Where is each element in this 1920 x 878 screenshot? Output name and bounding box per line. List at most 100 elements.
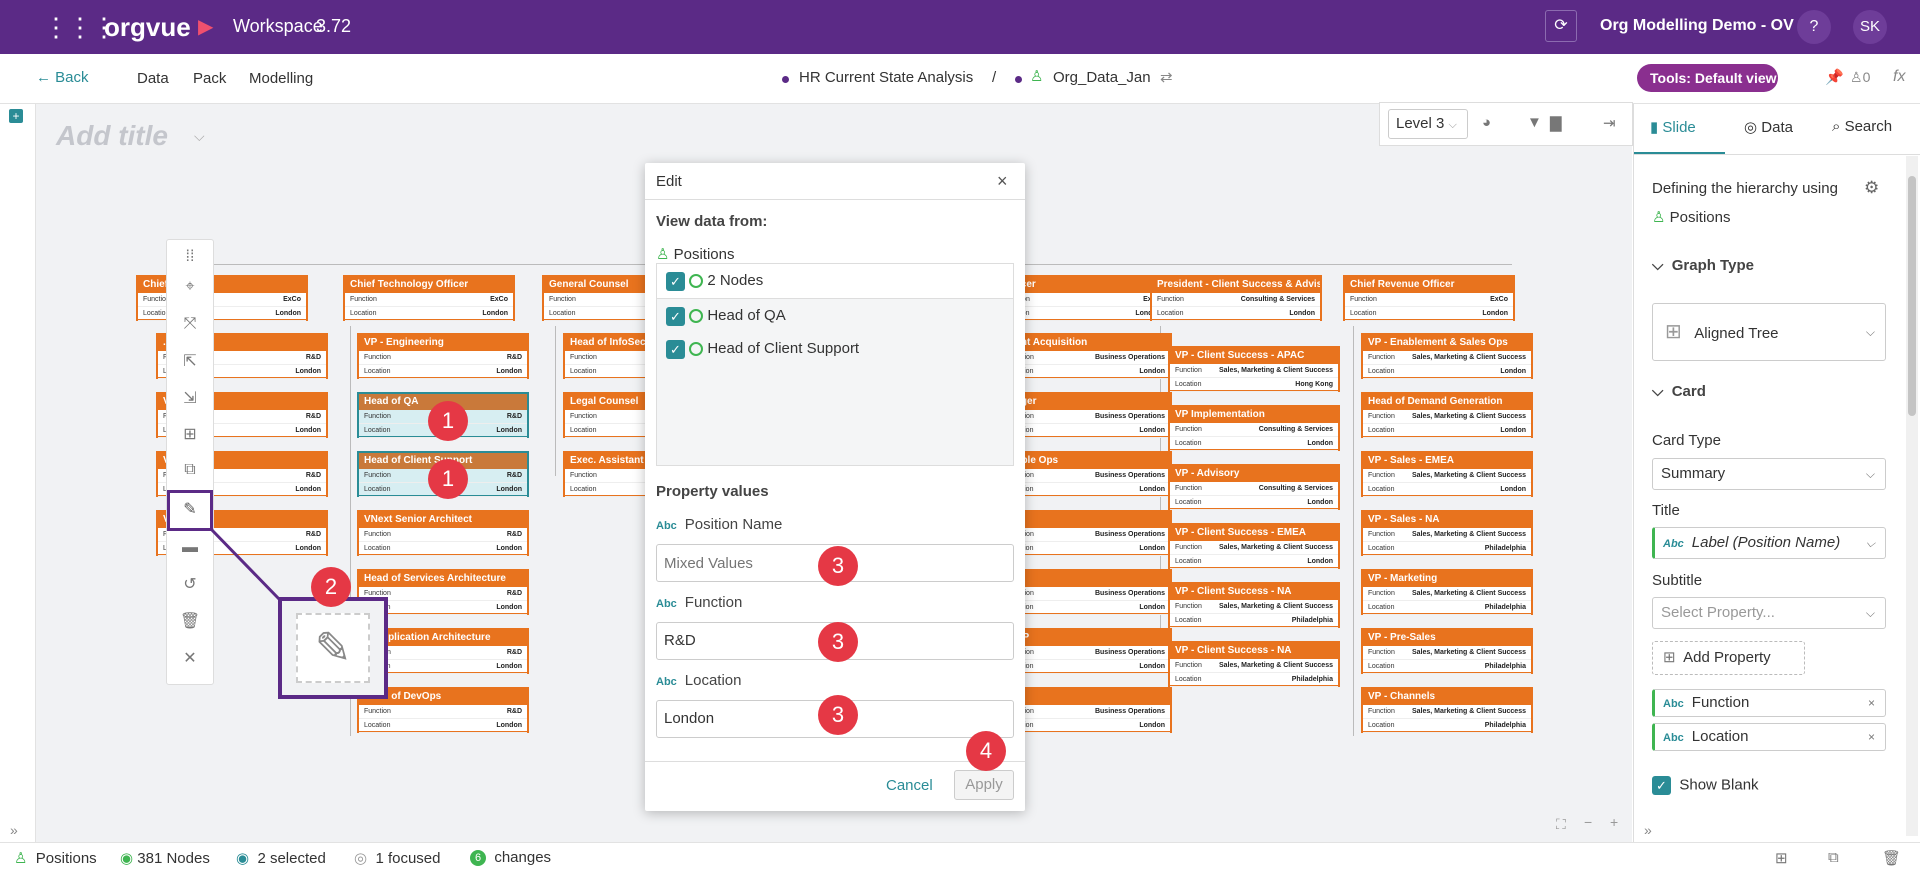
scroll-thumb[interactable] — [1908, 176, 1916, 416]
property-chip-function[interactable]: Abc Function × — [1652, 689, 1886, 717]
node-item-row[interactable]: ✓ Head of QA — [657, 298, 1013, 332]
status-nodes[interactable]: ◉ 381 Nodes — [120, 849, 210, 867]
users-count[interactable]: ♙0 — [1850, 69, 1870, 86]
status-focused[interactable]: ◎ 1 focused — [354, 849, 440, 867]
org-card[interactable]: VP - Client Success - APAC Function Sales,… — [1168, 346, 1340, 392]
focus-icon[interactable]: ⌖ — [166, 269, 214, 305]
move-icon[interactable]: ⇱ — [166, 343, 214, 379]
pin-icon[interactable]: 📌 — [1825, 68, 1844, 86]
trash-icon[interactable]: 🗑 — [1882, 849, 1901, 867]
palette-icon[interactable]: ◕ — [1482, 114, 1491, 131]
unfocus-icon[interactable]: ⤧ — [166, 306, 214, 342]
slide-title-input[interactable]: Add title — [56, 120, 168, 152]
org-card[interactable]: FunctionBusiness OperationsLocationLondo… — [1000, 569, 1172, 615]
title-dropdown-icon[interactable]: ⌵ — [194, 128, 205, 145]
org-card[interactable]: VP - Client Success - NA Function Sales, M… — [1168, 582, 1340, 628]
card-row-value: Sales, Marketing & Client Success — [1219, 603, 1333, 610]
show-blank-checkbox[interactable]: ✓ Show Blank — [1652, 776, 1759, 795]
tools-dropdown[interactable]: Tools: Default view ⌵ — [1637, 64, 1778, 114]
remove-icon[interactable]: × — [1868, 724, 1875, 750]
cancel-button[interactable]: Cancel — [886, 777, 933, 794]
scrollbar[interactable] — [1906, 156, 1918, 836]
tab-slide[interactable]: ▮ Slide — [1650, 118, 1696, 136]
status-changes[interactable]: 6 changes — [470, 849, 551, 867]
property-chip-location[interactable]: Abc Location × — [1652, 723, 1886, 751]
org-card[interactable]: VP - Enablement & Sales Ops Function Sales… — [1361, 333, 1533, 379]
nodes-checkbox[interactable]: ✓ — [666, 271, 685, 291]
org-card[interactable]: ...agerFunctionBusiness OperationsLocati… — [1000, 392, 1172, 438]
copy-row-icon[interactable]: ⧉ — [1828, 849, 1839, 866]
dialog-close-button[interactable]: × — [997, 171, 1008, 192]
org-card[interactable]: Chief Technology Officer Function ExCo Loca… — [343, 275, 515, 321]
node-checkbox[interactable]: ✓ — [666, 306, 685, 326]
org-card[interactable]: VP Implementation Function Consulting & Se… — [1168, 405, 1340, 451]
org-card[interactable]: President - Client Success & Advisory Fun… — [1150, 275, 1322, 321]
org-card[interactable]: ...ent AcquisitionFunctionBusiness Opera… — [1000, 333, 1172, 379]
card-section[interactable]: ⌵ Card — [1652, 383, 1706, 400]
menu-modelling[interactable]: Modelling — [249, 70, 313, 87]
node-item-row[interactable]: ✓ Head of Client Support — [657, 332, 1013, 366]
tab-search[interactable]: ⌕ Search — [1832, 118, 1892, 135]
org-card[interactable]: VP - Client Success - EMEA Function Sales,… — [1168, 523, 1340, 569]
org-card[interactable]: ...ople OpsFunctionBusiness OperationsLo… — [1000, 451, 1172, 497]
card-type-select[interactable]: Summary ⌵ — [1652, 458, 1886, 490]
node-checkbox[interactable]: ✓ — [666, 339, 685, 359]
menu-pack[interactable]: Pack — [193, 70, 226, 87]
expand-icon[interactable]: » — [10, 822, 18, 838]
org-card[interactable]: Chief ... OfficerFunctionExCoLocationLon… — [136, 275, 308, 321]
org-card[interactable]: VP - Advisory Function Consulting & Servic… — [1168, 464, 1340, 510]
org-card[interactable]: ...BPFunctionBusiness OperationsLocation… — [1000, 628, 1172, 674]
org-card[interactable]: VP - Sales - EMEA Function Sales, Marketin… — [1361, 451, 1533, 497]
remove-icon[interactable]: × — [1868, 690, 1875, 716]
apply-button[interactable]: Apply — [954, 770, 1014, 800]
org-card[interactable]: FunctionBusiness OperationsLocationLondo… — [1000, 687, 1172, 733]
org-card[interactable]: VP - Pre-Sales Function Sales, Marketing &… — [1361, 628, 1533, 674]
zoom-out-icon[interactable]: − — [1584, 814, 1592, 830]
add-row-icon[interactable]: ⊞ — [1775, 849, 1788, 867]
org-card[interactable]: ...DFunctionBusiness OperationsLocationL… — [1000, 510, 1172, 556]
add-property-button[interactable]: ⊞ Add Property — [1652, 641, 1805, 675]
zoom-in-icon[interactable]: + — [1610, 814, 1618, 830]
collapse-panel-icon[interactable]: » — [1644, 822, 1652, 838]
export-icon[interactable]: ⇥ — [1603, 114, 1616, 132]
level-select[interactable]: Level 3 ⌵ — [1388, 109, 1468, 139]
add-node-icon[interactable]: ⊞ — [166, 416, 214, 452]
org-card[interactable]: VP - Channels Function Sales, Marketing & … — [1361, 687, 1533, 733]
fit-screen-icon[interactable]: ⛶ — [1556, 816, 1566, 833]
project-name[interactable]: Org Modelling Demo - OV — [1600, 17, 1794, 35]
org-card[interactable]: Chief Revenue Officer Function ExCo Locatio… — [1343, 275, 1515, 321]
subtitle-select[interactable]: Select Property... ⌵ — [1652, 597, 1886, 629]
user-avatar[interactable]: SK — [1853, 10, 1887, 44]
settings-gear-icon[interactable]: ⚙ — [1864, 178, 1879, 198]
dataset-link[interactable]: HR Current State Analysis — [799, 69, 973, 86]
graph-type-section[interactable]: ⌵ Graph Type — [1652, 257, 1754, 274]
add-panel-icon[interactable]: + — [9, 109, 23, 123]
title-select[interactable]: Abc Label (Position Name) ⌵ — [1652, 527, 1886, 559]
move-in-icon[interactable]: ⇲ — [166, 380, 214, 416]
sync-icon[interactable]: ⇄ — [1160, 68, 1173, 86]
menu-data[interactable]: Data — [137, 70, 169, 87]
org-card[interactable]: VNext Senior Architect Function R&D Locatio… — [357, 510, 529, 556]
org-card[interactable]: VP - Client Success - NA Function Sales, M… — [1168, 641, 1340, 687]
org-card[interactable]: VP - Sales - NA Function Sales, Marketing … — [1361, 510, 1533, 556]
positions-source[interactable]: ♙ Positions — [656, 245, 735, 263]
help-button[interactable]: ? — [1797, 10, 1831, 44]
layers-icon[interactable]: ▇ — [1550, 114, 1562, 132]
org-card[interactable]: VP - Engineering Function R&D Location Londo… — [357, 333, 529, 379]
card-row-function: Function Sales, Marketing & Client Succes… — [1363, 351, 1531, 365]
status-selected[interactable]: ◉ 2 selected — [236, 849, 326, 867]
formula-icon[interactable]: fx — [1893, 68, 1905, 86]
dataset2-link[interactable]: Org_Data_Jan — [1053, 69, 1151, 86]
org-card[interactable]: VP - Marketing Function Sales, Marketing &… — [1361, 569, 1533, 615]
org-card[interactable]: Head of Demand Generation Function Sales, … — [1361, 392, 1533, 438]
nodes-row[interactable]: ✓ 2 Nodes — [657, 264, 1013, 298]
app-logo[interactable]: orgvue — [104, 12, 191, 43]
refresh-button[interactable]: ⟳ — [1545, 10, 1577, 42]
filter-icon[interactable]: ▼ — [1527, 114, 1542, 131]
close-toolbar-icon[interactable]: ✕ — [166, 640, 214, 676]
card-row-label: Function — [1350, 296, 1377, 303]
graph-type-select[interactable]: ⊞ Aligned Tree ⌵ — [1652, 303, 1886, 361]
copy-node-icon[interactable]: ⧉ — [166, 452, 214, 488]
tab-data[interactable]: ◎ Data — [1744, 118, 1793, 136]
back-button[interactable]: ← Back — [36, 69, 89, 86]
